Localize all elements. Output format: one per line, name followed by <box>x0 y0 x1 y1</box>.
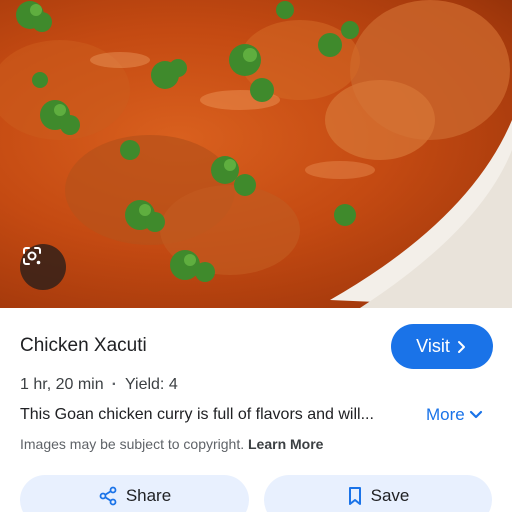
chevron-down-icon <box>469 410 482 419</box>
recipe-title: Chicken Xacuti <box>20 335 147 356</box>
curry-illustration <box>0 0 512 308</box>
chevron-right-icon <box>457 340 465 353</box>
share-label: Share <box>125 486 172 505</box>
recipe-meta: 1 hr, 20 min · Yield: 4 <box>20 376 178 394</box>
recipe-description: This Goan chicken curry is full of flavo… <box>20 406 374 423</box>
share-button[interactable]: Share <box>20 475 249 512</box>
share-icon <box>99 486 117 506</box>
google-lens-button[interactable] <box>20 244 66 290</box>
recipe-yield: Yield: 4 <box>124 376 178 393</box>
food-image[interactable] <box>0 0 512 308</box>
google-lens-icon <box>23 247 41 265</box>
meta-separator: · <box>111 376 117 393</box>
bookmark-icon <box>348 487 361 505</box>
copyright-text: Images may be subject to copyright. <box>20 436 245 452</box>
more-button[interactable]: More <box>426 405 483 425</box>
visit-button[interactable]: Visit <box>391 324 493 369</box>
cook-duration: 1 hr, 20 min <box>20 376 104 393</box>
learn-more-link[interactable]: Learn More <box>248 436 323 452</box>
more-label: More <box>426 405 465 424</box>
visit-label: Visit <box>416 336 450 356</box>
copyright-notice: Images may be subject to copyright. Lear… <box>20 436 323 452</box>
save-button[interactable]: Save <box>264 475 492 512</box>
save-label: Save <box>370 486 410 505</box>
